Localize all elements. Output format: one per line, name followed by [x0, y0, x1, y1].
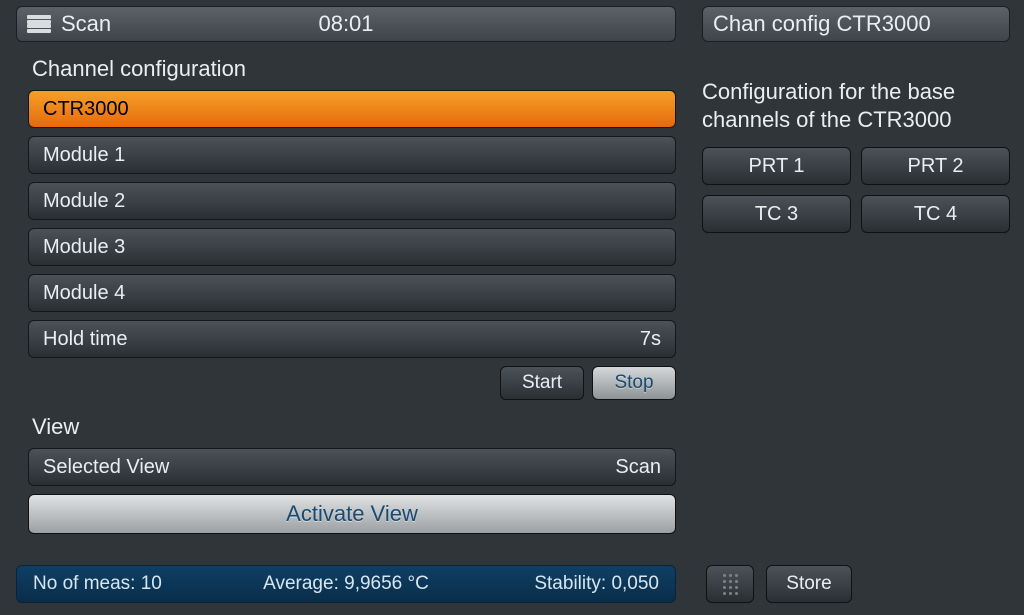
stability-value: Stability: 0,050	[534, 573, 659, 595]
selected-view-row[interactable]: Selected View Scan	[28, 448, 676, 486]
menu-icon[interactable]	[27, 15, 51, 33]
config-base-channels-title: Configuration for the base channels of t…	[702, 78, 1010, 133]
meas-count: No of meas: 10	[33, 573, 162, 595]
channel-button-tc4[interactable]: TC 4	[861, 195, 1010, 233]
stop-button[interactable]: Stop	[592, 366, 676, 400]
topbar-left[interactable]: Scan 08:01	[16, 6, 676, 42]
channel-row-module2[interactable]: Module 2	[28, 182, 676, 220]
keypad-button[interactable]	[706, 565, 754, 603]
channel-row-module3[interactable]: Module 3	[28, 228, 676, 266]
chan-config-label: Chan config CTR3000	[713, 11, 931, 37]
row-label: Selected View	[43, 456, 169, 479]
hold-time-row[interactable]: Hold time 7s	[28, 320, 676, 358]
row-label: CTR3000	[43, 98, 129, 121]
view-title: View	[28, 414, 676, 440]
start-button[interactable]: Start	[500, 366, 584, 400]
keypad-icon	[723, 574, 738, 595]
channel-row-ctr3000[interactable]: CTR3000	[28, 90, 676, 128]
row-value: Scan	[615, 456, 661, 479]
topbar-right[interactable]: Chan config CTR3000	[702, 6, 1010, 42]
row-label: Module 1	[43, 144, 125, 167]
status-bar: No of meas: 10 Average: 9,9656 °C Stabil…	[16, 565, 676, 603]
clock: 08:01	[17, 11, 675, 37]
activate-view-button[interactable]: Activate View	[28, 494, 676, 534]
row-label: Hold time	[43, 328, 127, 351]
channel-row-module1[interactable]: Module 1	[28, 136, 676, 174]
row-value: 7s	[640, 328, 661, 351]
store-button[interactable]: Store	[766, 565, 852, 603]
row-label: Module 2	[43, 190, 125, 213]
channel-row-module4[interactable]: Module 4	[28, 274, 676, 312]
row-label: Module 3	[43, 236, 125, 259]
channel-button-tc3[interactable]: TC 3	[702, 195, 851, 233]
scan-label: Scan	[61, 11, 111, 37]
channel-button-prt2[interactable]: PRT 2	[861, 147, 1010, 185]
channel-button-prt1[interactable]: PRT 1	[702, 147, 851, 185]
channel-config-title: Channel configuration	[28, 56, 676, 82]
row-label: Module 4	[43, 282, 125, 305]
